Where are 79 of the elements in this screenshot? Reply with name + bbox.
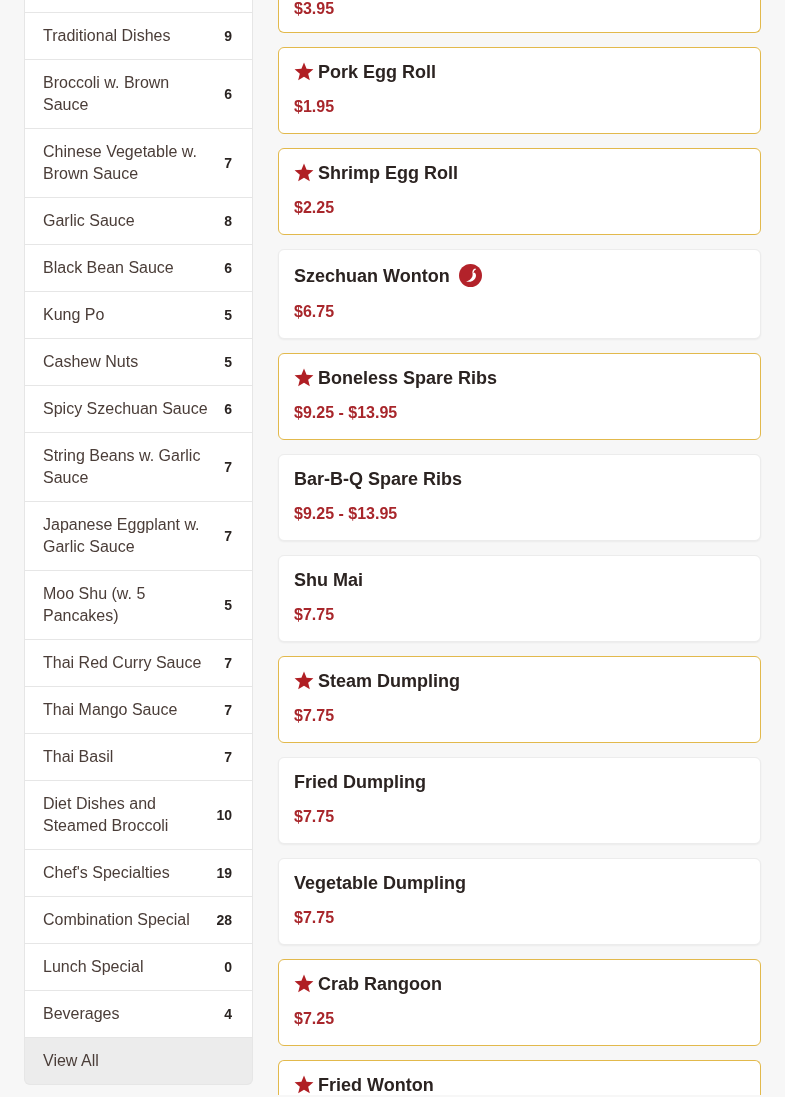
- item-price: $7.75: [294, 706, 336, 726]
- item-count: 5: [223, 353, 232, 372]
- category-link[interactable]: Japanese Eggplant w. Garlic Sauce 7: [24, 502, 253, 571]
- category-link[interactable]: Traditional Dishes 9: [24, 13, 253, 60]
- category-link[interactable]: View All: [24, 1038, 253, 1085]
- item-count: 8: [223, 212, 232, 231]
- item-count: 0: [223, 958, 232, 977]
- category-link[interactable]: Diet Dishes and Steamed Broccoli 10: [24, 781, 253, 850]
- category-link[interactable]: Thai Mango Sauce 7: [24, 687, 253, 734]
- menu-item-card[interactable]: $3.95: [278, 0, 761, 33]
- category-link[interactable]: Chinese Vegetable w. Brown Sauce 7: [24, 129, 253, 198]
- category-link[interactable]: Moo Shu (w. 5 Pancakes) 5: [24, 571, 253, 640]
- item-name: Pork Egg Roll: [318, 62, 436, 82]
- item-price: $2.25: [294, 198, 336, 218]
- category-link[interactable]: Black Bean Sauce 6: [24, 245, 253, 292]
- item-count: 5: [223, 596, 232, 615]
- item-name: Boneless Spare Ribs: [318, 368, 498, 388]
- star-icon: [294, 974, 314, 994]
- item-count: 7: [223, 527, 232, 546]
- item-price: $3.95: [294, 0, 336, 18]
- item-count: 4: [223, 1005, 232, 1024]
- category-link[interactable]: String Beans w. Garlic Sauce 7: [24, 433, 253, 502]
- item-price: $9.25 - $13.95: [294, 403, 399, 423]
- item-count: 7: [223, 154, 232, 173]
- item-price: $9.25 - $13.95: [294, 504, 399, 524]
- item-price: $1.95: [294, 97, 336, 117]
- category-link[interactable]: Broccoli w. Brown Sauce 6: [24, 60, 253, 129]
- item-name: Shu Mai: [294, 570, 363, 590]
- menu-item-card[interactable]: Shrimp Egg Roll $2.25: [278, 148, 761, 235]
- star-icon: [294, 671, 314, 691]
- item-name: Fried Dumpling: [294, 772, 426, 792]
- category-link[interactable]: Kung Po 5: [24, 292, 253, 339]
- item-name: Fried Wonton: [318, 1075, 434, 1095]
- item-count: 6: [223, 400, 232, 419]
- category-link[interactable]: Combination Special 28: [24, 897, 253, 944]
- item-price: $6.75: [294, 302, 336, 322]
- menu-item-card[interactable]: Fried Wonton: [278, 1060, 761, 1095]
- item-name: Steam Dumpling: [318, 671, 460, 691]
- menu-item-card[interactable]: Shu Mai $7.75: [278, 555, 761, 642]
- item-name: Szechuan Wonton: [294, 265, 450, 286]
- item-name: Shrimp Egg Roll: [318, 163, 458, 183]
- item-count: 5: [223, 306, 232, 325]
- menu-item-card[interactable]: Crab Rangoon $7.25: [278, 959, 761, 1046]
- item-price: $7.75: [294, 807, 336, 827]
- item-count: 19: [215, 864, 232, 883]
- item-name: Vegetable Dumpling: [294, 873, 467, 893]
- star-icon: [294, 62, 314, 82]
- item-count: 6: [223, 85, 232, 104]
- menu-item-card[interactable]: Boneless Spare Ribs $9.25 - $13.95: [278, 353, 761, 440]
- item-price: $7.75: [294, 605, 336, 625]
- item-name: Bar-B-Q Spare Ribs: [294, 469, 463, 489]
- item-count: 10: [215, 806, 232, 825]
- star-icon: [294, 368, 314, 388]
- menu-item-card[interactable]: Szechuan Wonton $6.75: [278, 249, 761, 339]
- menu-item-card[interactable]: Bar-B-Q Spare Ribs $9.25 - $13.95: [278, 454, 761, 541]
- item-count: 9: [223, 27, 232, 46]
- item-name: Crab Rangoon: [318, 974, 442, 994]
- category-link[interactable]: Lunch Special 0: [24, 944, 253, 991]
- category-link[interactable]: Thai Basil 7: [24, 734, 253, 781]
- item-count: 6: [223, 259, 232, 278]
- category-link[interactable]: Garlic Sauce 8: [24, 198, 253, 245]
- item-count: 7: [223, 701, 232, 720]
- star-icon: [294, 163, 314, 183]
- category-link[interactable]: Cashew Nuts 5: [24, 339, 253, 386]
- category-link[interactable]: Spicy Szechuan Sauce 6: [24, 386, 253, 433]
- item-count: 7: [223, 458, 232, 477]
- menu-item-card[interactable]: Steam Dumpling $7.75: [278, 656, 761, 743]
- menu-item-card[interactable]: Pork Egg Roll $1.95: [278, 47, 761, 134]
- item-price: $7.75: [294, 908, 336, 928]
- item-count: 7: [223, 748, 232, 767]
- item-count: 28: [215, 911, 232, 930]
- category-link[interactable]: Chef's Specialties 19: [24, 850, 253, 897]
- category-link[interactable]: Beverages 4: [24, 991, 253, 1038]
- item-price: $7.25: [294, 1009, 336, 1029]
- category-link[interactable]: Thai Red Curry Sauce 7: [24, 640, 253, 687]
- menu-item-card[interactable]: Vegetable Dumpling $7.75: [278, 858, 761, 945]
- item-count: 7: [223, 654, 232, 673]
- star-icon: [294, 1075, 314, 1095]
- menu-item-card[interactable]: Fried Dumpling $7.75: [278, 757, 761, 844]
